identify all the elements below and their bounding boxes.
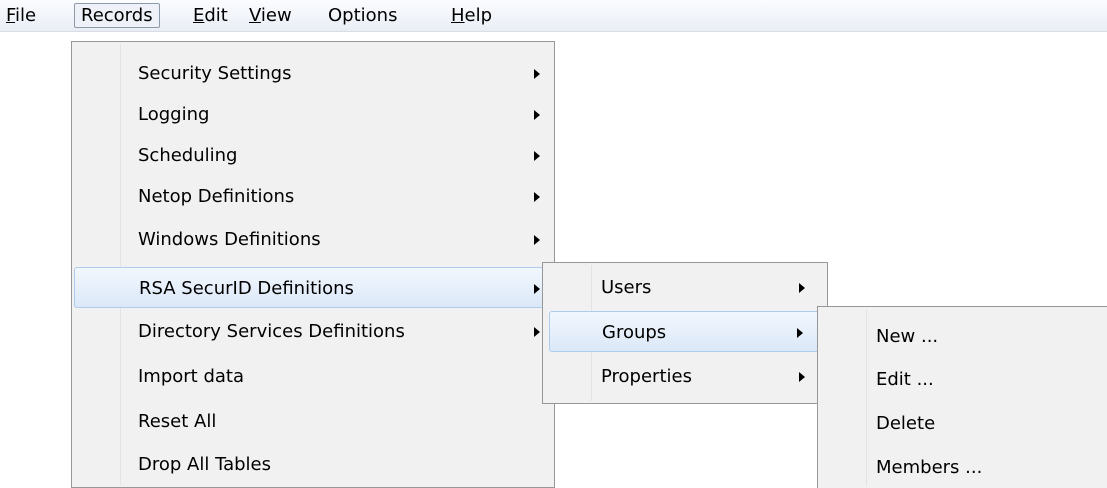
- menu-records-label: Records: [81, 5, 153, 26]
- menu-options-label: Options: [328, 5, 398, 26]
- menu-file-mnemonic: F: [6, 5, 16, 26]
- submenu-arrow-icon: [534, 284, 540, 294]
- menu-item-properties[interactable]: Properties: [545, 356, 825, 397]
- menu-item-directory-services-definitions[interactable]: Directory Services Definitions: [74, 311, 552, 352]
- submenu-arrow-icon: [534, 327, 540, 337]
- records-menu: Security Settings Logging Scheduling Net…: [71, 41, 555, 488]
- menu-item-users[interactable]: Users: [545, 267, 825, 308]
- menu-item-edit[interactable]: Edit ...: [820, 359, 1105, 400]
- menu-item-label: Drop All Tables: [138, 454, 271, 475]
- menu-view-mnemonic: V: [249, 5, 261, 26]
- menu-help[interactable]: Help: [445, 3, 498, 28]
- submenu-arrow-icon: [799, 372, 805, 382]
- menu-item-scheduling[interactable]: Scheduling: [74, 135, 552, 176]
- menu-item-windows-definitions[interactable]: Windows Definitions: [74, 219, 552, 260]
- menu-item-label: Scheduling: [138, 145, 238, 166]
- menu-edit-label: dit: [204, 5, 228, 26]
- menu-help-label: elp: [464, 5, 493, 26]
- groups-submenu: New ... Edit ... Delete Members ...: [817, 306, 1107, 488]
- menu-edit[interactable]: Edit: [187, 3, 234, 28]
- menu-item-label: Groups: [602, 322, 667, 343]
- menu-item-import-data[interactable]: Import data: [74, 356, 552, 397]
- menu-records[interactable]: Records: [74, 3, 160, 28]
- menu-item-label: RSA SecurID Definitions: [139, 278, 354, 299]
- menu-item-label: Properties: [601, 366, 692, 387]
- menu-item-rsa-securid-definitions[interactable]: RSA SecurID Definitions: [74, 267, 552, 308]
- submenu-arrow-icon: [797, 328, 803, 338]
- menu-item-label: Logging: [138, 104, 210, 125]
- menu-item-groups[interactable]: Groups: [549, 311, 825, 352]
- menu-item-members[interactable]: Members ...: [820, 447, 1105, 488]
- menu-item-label: Delete: [876, 413, 936, 434]
- submenu-arrow-icon: [534, 69, 540, 79]
- submenu-arrow-icon: [799, 283, 805, 293]
- menu-item-security-settings[interactable]: Security Settings: [74, 53, 552, 94]
- menu-file[interactable]: File: [0, 3, 42, 28]
- submenu-arrow-icon: [534, 192, 540, 202]
- submenu-arrow-icon: [534, 151, 540, 161]
- menu-item-label: Import data: [138, 366, 245, 387]
- menu-bar: File Records Edit View Options Help: [0, 0, 1107, 32]
- menu-file-label: ile: [15, 5, 37, 26]
- menu-item-logging[interactable]: Logging: [74, 94, 552, 135]
- submenu-arrow-icon: [534, 110, 540, 120]
- menu-item-label: Security Settings: [138, 63, 292, 84]
- menu-item-label: Directory Services Definitions: [138, 321, 405, 342]
- menu-item-label: Edit ...: [876, 369, 934, 390]
- menu-item-label: Windows Definitions: [138, 229, 321, 250]
- menu-item-reset-all[interactable]: Reset All: [74, 401, 552, 442]
- menu-view[interactable]: View: [243, 3, 298, 28]
- rsa-securid-submenu: Users Groups Properties: [542, 262, 828, 404]
- menu-item-label: Members ...: [876, 457, 983, 478]
- menu-item-delete[interactable]: Delete: [820, 403, 1105, 444]
- menu-item-new[interactable]: New ...: [820, 316, 1105, 357]
- menu-item-label: Users: [601, 277, 652, 298]
- menu-view-label: iew: [260, 5, 292, 26]
- menu-item-drop-all-tables[interactable]: Drop All Tables: [74, 444, 552, 485]
- menu-edit-mnemonic: E: [193, 5, 205, 26]
- submenu-arrow-icon: [534, 235, 540, 245]
- menu-item-label: Netop Definitions: [138, 186, 295, 207]
- menu-item-label: Reset All: [138, 411, 217, 432]
- menu-help-mnemonic: H: [451, 5, 465, 26]
- menu-item-label: New ...: [876, 326, 939, 347]
- menu-item-netop-definitions[interactable]: Netop Definitions: [74, 176, 552, 217]
- menu-options[interactable]: Options: [322, 3, 403, 28]
